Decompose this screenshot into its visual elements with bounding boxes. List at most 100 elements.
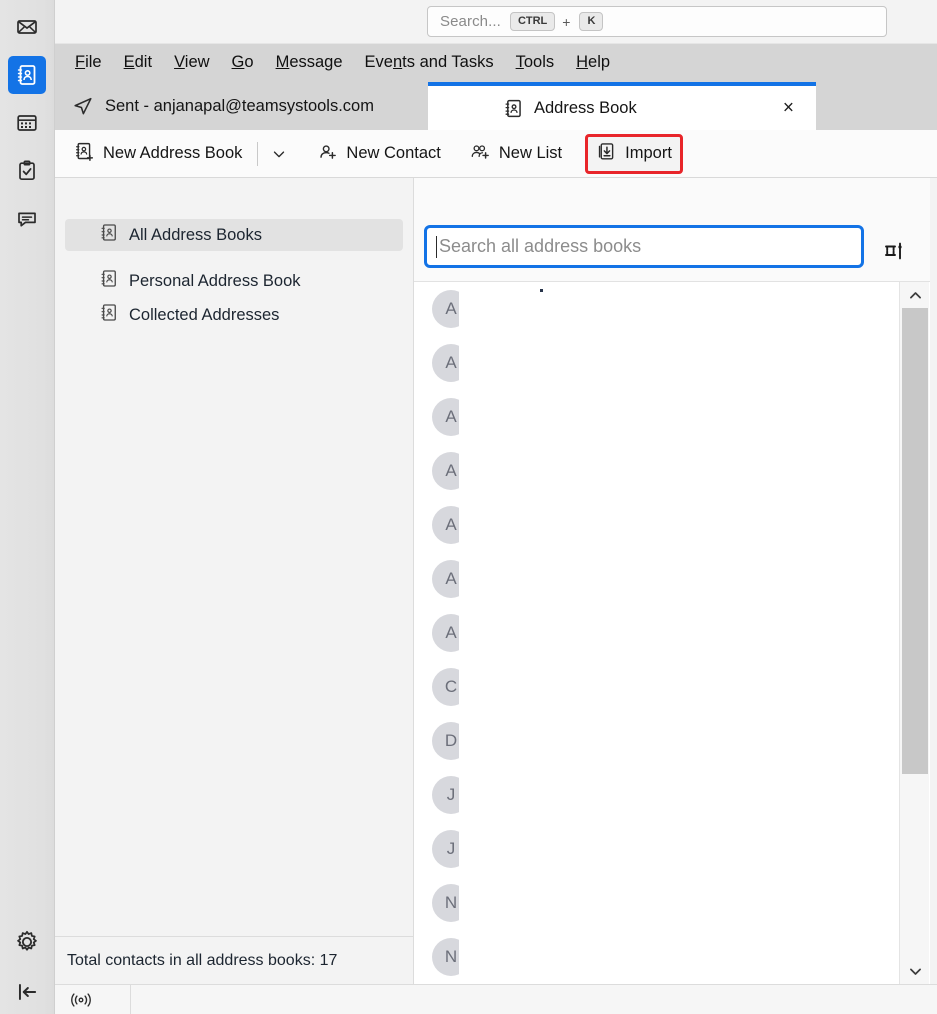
mail-icon xyxy=(17,20,37,34)
display-options-button[interactable] xyxy=(875,236,913,266)
address-book-item-all[interactable]: All Address Books xyxy=(65,219,403,251)
contact-row[interactable]: N xyxy=(414,876,897,930)
shortcut-k-key: K xyxy=(579,11,604,32)
menu-go[interactable]: Go xyxy=(221,50,265,76)
overlay-artifact-dot xyxy=(540,289,543,292)
avatar: J xyxy=(432,776,470,814)
address-book-label: Collected Addresses xyxy=(129,305,280,324)
contacts-scrollbar[interactable] xyxy=(899,282,929,984)
contacts-search-row: Search all address books xyxy=(414,178,937,282)
shortcut-plus: + xyxy=(562,13,571,30)
rail-mail-icon[interactable] xyxy=(8,8,46,46)
contact-row[interactable]: A xyxy=(414,390,897,444)
chat-bubble-icon xyxy=(18,212,36,227)
contacts-list[interactable]: A A A A A A A C D J J N N xyxy=(414,282,897,984)
tab-bar: Sent - anjanapal@teamsystools.com Addres… xyxy=(55,82,937,130)
new-address-book-dropdown[interactable] xyxy=(264,137,294,171)
address-book-item-collected[interactable]: Collected Addresses xyxy=(65,299,403,331)
avatar: A xyxy=(432,560,470,598)
rail-settings-icon[interactable] xyxy=(8,923,46,961)
contact-row[interactable]: C xyxy=(414,660,897,714)
avatar: A xyxy=(432,344,470,382)
total-contacts-label: Total contacts in all address books: 17 xyxy=(67,951,338,969)
import-icon xyxy=(596,141,617,167)
global-search-placeholder: Search... xyxy=(440,13,501,30)
avatar: A xyxy=(432,290,470,328)
rail-collapse-icon[interactable] xyxy=(8,973,46,1011)
tab-address-book[interactable]: Address Book × xyxy=(428,82,816,130)
chevron-down-icon xyxy=(909,968,921,975)
new-contact-button[interactable]: New Contact xyxy=(308,137,449,171)
address-book-icon xyxy=(99,269,119,294)
contact-row[interactable]: J xyxy=(414,822,897,876)
broadcast-icon xyxy=(71,993,91,1007)
scrollbar-up-button[interactable] xyxy=(900,282,930,308)
menu-edit[interactable]: Edit xyxy=(113,50,163,76)
new-contact-label: New Contact xyxy=(346,144,441,162)
menu-events-and-tasks[interactable]: Events and Tasks xyxy=(354,50,505,76)
chevron-up-icon xyxy=(909,291,921,298)
rail-calendar-icon[interactable] xyxy=(8,104,46,142)
avatar: N xyxy=(432,884,470,922)
address-book-icon xyxy=(17,65,36,85)
shortcut-ctrl-key: CTRL xyxy=(509,11,556,32)
sync-activity-icon[interactable] xyxy=(61,988,101,1012)
rail-chat-icon[interactable] xyxy=(8,200,46,238)
search-placeholder: Search all address books xyxy=(439,236,642,256)
menu-file[interactable]: File xyxy=(64,50,113,76)
global-topbar: Search... CTRL + K xyxy=(55,0,937,44)
import-label: Import xyxy=(625,144,672,162)
contact-row[interactable]: A xyxy=(414,498,897,552)
new-list-icon xyxy=(469,141,491,167)
search-all-address-books-input[interactable]: Search all address books xyxy=(424,225,864,268)
contacts-pane: Search all address books A A A A A A A C… xyxy=(414,178,937,984)
collapse-left-icon xyxy=(18,983,37,1001)
new-address-book-button[interactable]: New Address Book xyxy=(65,137,251,171)
scrollbar-down-button[interactable] xyxy=(900,958,930,984)
contact-row[interactable]: D xyxy=(414,714,897,768)
rail-address-book-icon[interactable] xyxy=(8,56,46,94)
sent-paper-plane-icon xyxy=(72,95,94,117)
address-book-toolbar: New Address Book New Contact New List Im… xyxy=(55,130,937,178)
contact-row[interactable]: A xyxy=(414,336,897,390)
menu-help[interactable]: Help xyxy=(565,50,621,76)
menu-tools[interactable]: Tools xyxy=(505,50,566,76)
contact-row[interactable]: A xyxy=(414,552,897,606)
chevron-down-icon xyxy=(274,150,285,157)
address-book-item-personal[interactable]: Personal Address Book xyxy=(65,265,403,297)
contact-row[interactable]: A xyxy=(414,282,897,336)
avatar: J xyxy=(432,830,470,868)
rail-tasks-icon[interactable] xyxy=(8,152,46,190)
app-rail xyxy=(0,0,55,1014)
menu-view[interactable]: View xyxy=(163,50,220,76)
new-list-button[interactable]: New List xyxy=(460,137,571,171)
pane-right-edge xyxy=(930,178,937,984)
scrollbar-thumb[interactable] xyxy=(902,308,928,774)
new-address-book-label: New Address Book xyxy=(103,144,243,162)
bottom-bar-divider xyxy=(130,985,131,1014)
import-button[interactable]: Import xyxy=(585,133,683,174)
contact-row[interactable]: N xyxy=(414,930,897,984)
thunderbird-address-book-window: Search... CTRL + K File Edit View Go Mes… xyxy=(0,0,937,1014)
toolbar-divider xyxy=(257,141,259,166)
menu-message[interactable]: Message xyxy=(265,50,354,76)
address-book-icon xyxy=(99,223,119,248)
contact-row[interactable]: J xyxy=(414,768,897,822)
tab-sent-label: Sent - anjanapal@teamsystools.com xyxy=(105,96,374,115)
address-book-label: Personal Address Book xyxy=(129,271,301,290)
avatar: N xyxy=(432,938,470,976)
tab-address-book-label: Address Book xyxy=(534,98,637,117)
tab-sent-mail[interactable]: Sent - anjanapal@teamsystools.com xyxy=(55,82,427,130)
tab-close-icon[interactable]: × xyxy=(783,99,794,118)
contact-row[interactable]: A xyxy=(414,444,897,498)
avatar: C xyxy=(432,668,470,706)
address-books-pane: All Address Books Personal Address Book xyxy=(55,178,414,936)
global-search-input[interactable]: Search... CTRL + K xyxy=(427,6,887,37)
address-book-icon xyxy=(503,98,524,119)
avatar: D xyxy=(432,722,470,760)
new-address-book-icon xyxy=(74,141,95,167)
avatar: A xyxy=(432,452,470,490)
tasks-clipboard-icon xyxy=(19,160,35,181)
contact-row[interactable]: A xyxy=(414,606,897,660)
avatar: A xyxy=(432,614,470,652)
